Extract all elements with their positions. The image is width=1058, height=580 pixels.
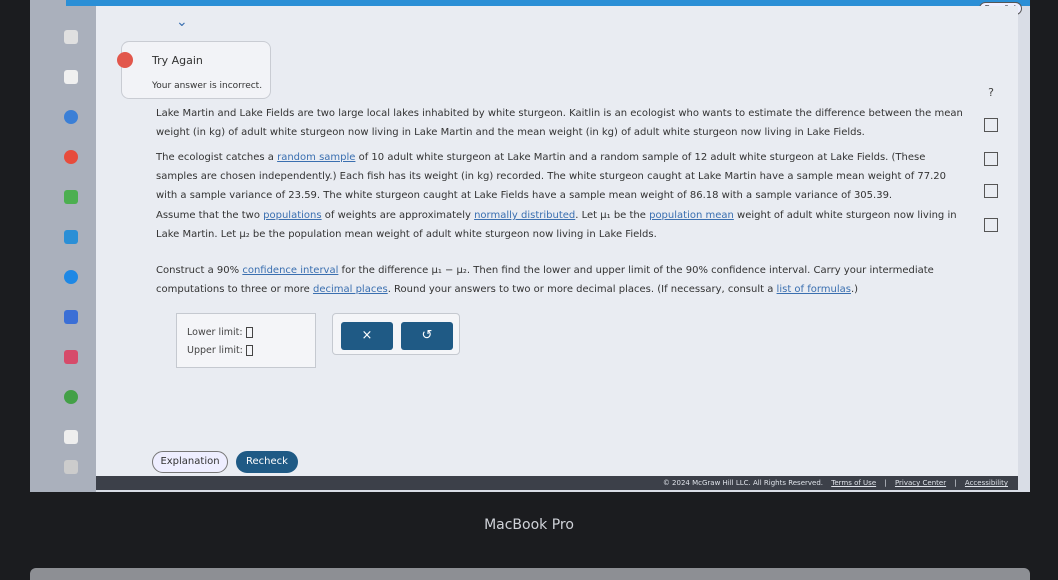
text: .) bbox=[851, 284, 859, 295]
app-icon[interactable] bbox=[64, 310, 78, 324]
app-icon[interactable] bbox=[64, 110, 78, 124]
text: of weights are approximately bbox=[321, 210, 475, 221]
lower-limit-input[interactable] bbox=[245, 327, 253, 338]
answer-tools: × ↺ bbox=[332, 313, 460, 355]
video-icon[interactable] bbox=[984, 152, 998, 166]
separator: | bbox=[954, 479, 957, 487]
textbook-icon[interactable] bbox=[984, 218, 998, 232]
app-icon[interactable] bbox=[64, 190, 78, 204]
app-store-icon[interactable] bbox=[64, 270, 78, 284]
text: . Let μ₁ be the bbox=[575, 210, 650, 221]
screen: Español ⌄ Try Again Your answer is incor… bbox=[30, 0, 1030, 492]
list-of-formulas-link[interactable]: list of formulas bbox=[777, 284, 851, 295]
decimal-places-link[interactable]: decimal places bbox=[313, 284, 388, 295]
table-icon[interactable] bbox=[984, 184, 998, 198]
text: Construct a 90% bbox=[156, 265, 243, 276]
question-paragraph-4: Construct a 90% confidence interval for … bbox=[156, 261, 966, 299]
confidence-interval-link[interactable]: confidence interval bbox=[242, 265, 338, 276]
footer: © 2024 McGraw Hill LLC. All Rights Reser… bbox=[96, 476, 1018, 490]
copyright: © 2024 McGraw Hill LLC. All Rights Reser… bbox=[662, 479, 823, 487]
question-paragraph-2: The ecologist catches a random sample of… bbox=[156, 148, 966, 205]
population-mean-link[interactable]: population mean bbox=[649, 210, 734, 221]
lower-limit-label: Lower limit: bbox=[187, 327, 243, 338]
help-button[interactable]: ? bbox=[984, 86, 998, 100]
calendar-icon[interactable] bbox=[64, 30, 78, 44]
app-icon[interactable] bbox=[64, 430, 78, 444]
chrome-icon[interactable] bbox=[64, 150, 78, 164]
app-dock bbox=[30, 0, 96, 492]
app-icon[interactable] bbox=[64, 390, 78, 404]
text: . Round your answers to two or more deci… bbox=[387, 284, 777, 295]
text: The ecologist catches a bbox=[156, 152, 278, 163]
privacy-link[interactable]: Privacy Center bbox=[895, 479, 946, 487]
question-paragraph-1: Lake Martin and Lake Fields are two larg… bbox=[156, 108, 963, 138]
chevron-down-icon[interactable]: ⌄ bbox=[176, 14, 188, 30]
answer-box: Lower limit: Upper limit: bbox=[176, 313, 316, 368]
lower-limit-row: Lower limit: bbox=[187, 327, 253, 338]
upper-limit-row: Upper limit: bbox=[187, 345, 253, 356]
app-icon[interactable] bbox=[64, 230, 78, 244]
feedback-box: Try Again Your answer is incorrect. bbox=[117, 41, 271, 99]
calculator-icon[interactable] bbox=[984, 118, 998, 132]
question-panel: ⌄ Try Again Your answer is incorrect. La… bbox=[96, 6, 1018, 476]
feedback-message: Your answer is incorrect. bbox=[152, 81, 263, 91]
random-sample-link[interactable]: random sample bbox=[277, 152, 355, 163]
text: Assume that the two bbox=[156, 210, 264, 221]
trash-icon[interactable] bbox=[64, 460, 78, 474]
feedback-title: Try Again bbox=[152, 54, 203, 67]
accessibility-link[interactable]: Accessibility bbox=[965, 479, 1008, 487]
upper-limit-input[interactable] bbox=[245, 345, 253, 356]
upper-limit-label: Upper limit: bbox=[187, 345, 243, 356]
separator: | bbox=[884, 479, 887, 487]
populations-link[interactable]: populations bbox=[263, 210, 321, 221]
normally-distributed-link[interactable]: normally distributed bbox=[474, 210, 575, 221]
terms-link[interactable]: Terms of Use bbox=[831, 479, 876, 487]
recheck-button[interactable]: Recheck bbox=[236, 451, 298, 473]
incorrect-icon bbox=[117, 52, 133, 68]
explanation-button[interactable]: Explanation bbox=[152, 451, 228, 473]
undo-button[interactable]: ↺ bbox=[401, 322, 453, 350]
question-paragraph-3: Assume that the two populations of weigh… bbox=[156, 206, 966, 244]
clear-button[interactable]: × bbox=[341, 322, 393, 350]
notes-icon[interactable] bbox=[64, 70, 78, 84]
laptop-hinge bbox=[30, 568, 1030, 580]
app-icon[interactable] bbox=[64, 350, 78, 364]
device-brand: MacBook Pro bbox=[484, 517, 574, 533]
